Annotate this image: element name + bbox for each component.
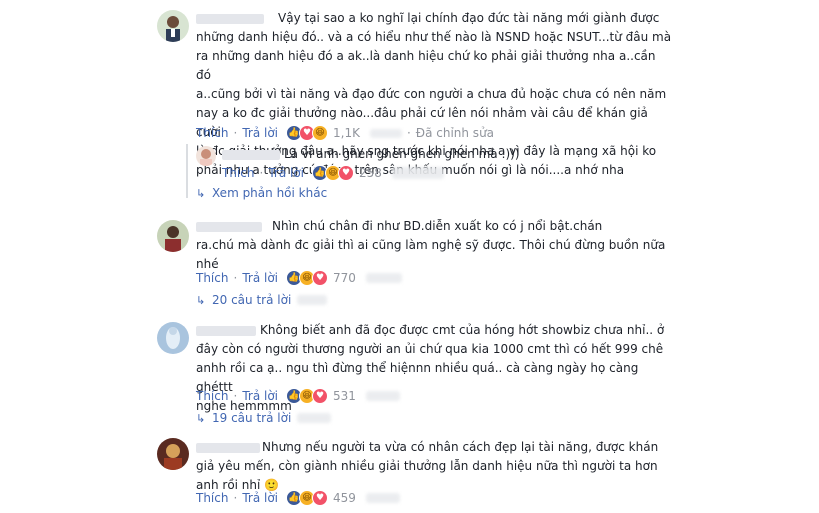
like-button[interactable]: Thích [196, 491, 228, 505]
reply-button[interactable]: Trả lời [242, 389, 278, 403]
person-avatar-icon [164, 444, 182, 470]
reaction-count: 459 [333, 491, 356, 505]
love-reaction-icon: ♥ [312, 490, 328, 506]
reply-button[interactable]: Trả lời [242, 126, 278, 140]
reaction-count: 770 [333, 271, 356, 285]
comments-panel: Vậy tại sao a ko nghĩ lại chính đạo đức … [152, 0, 672, 513]
avatar[interactable] [157, 322, 189, 354]
person-avatar-icon [166, 16, 180, 42]
reply-button[interactable]: Trả lời [268, 166, 304, 180]
comment-actions: Thích · Trả lời 👍 😆 ♥ 258 [222, 164, 444, 182]
like-button[interactable]: Thích [196, 271, 228, 285]
reply-button[interactable]: Trả lời [242, 491, 278, 505]
like-button[interactable]: Thích [222, 166, 254, 180]
edited-label[interactable]: Đã chỉnh sửa [416, 126, 494, 140]
reply-button[interactable]: Trả lời [242, 271, 278, 285]
like-button[interactable]: Thích [196, 126, 228, 140]
haha-reaction-icon: 😆 [312, 125, 328, 141]
avatar[interactable] [157, 220, 189, 252]
reaction-count: 258 [359, 166, 382, 180]
like-button[interactable]: Thích [196, 389, 228, 403]
reaction-count: 531 [333, 389, 356, 403]
more-replies-link[interactable]: ↳ Xem phản hồi khác [196, 186, 327, 200]
comment-text: Nhưng nếu người ta vừa có nhân cách đẹp … [196, 440, 659, 492]
reactions[interactable]: 👍 😆 ♥ 770 [286, 270, 356, 286]
reactions[interactable]: 👍 😆 ♥ 459 [286, 490, 356, 506]
thread-line [186, 144, 188, 198]
reply-arrow-icon: ↳ [196, 186, 206, 200]
love-reaction-icon: ♥ [312, 388, 328, 404]
reactions[interactable]: 👍 😆 ♥ 258 [312, 165, 382, 181]
avatar[interactable] [157, 10, 189, 42]
person-avatar-icon [166, 327, 180, 349]
love-reaction-icon: ♥ [312, 270, 328, 286]
comment-actions: Thích · Trả lời 👍 😆 ♥ 770 [196, 269, 402, 287]
person-avatar-icon [165, 226, 181, 252]
reaction-count: 1,1K [333, 126, 360, 140]
comment-actions: Thích · Trả lời 👍 😆 ♥ 459 [196, 489, 400, 507]
comment-actions: Thích · Trả lời 👍 ♥ 😆 1,1K · Đã chỉnh sử… [196, 125, 495, 141]
person-avatar-icon [200, 149, 212, 166]
reply-arrow-icon: ↳ [196, 293, 206, 307]
comment-actions: Thích · Trả lời 👍 😆 ♥ 531 [196, 387, 400, 405]
reply-count-link[interactable]: ↳ 20 câu trả lời [196, 293, 328, 307]
reply-count-link[interactable]: ↳ 19 câu trả lời [196, 411, 332, 425]
author-name[interactable] [222, 150, 280, 160]
love-reaction-icon: ♥ [338, 165, 354, 181]
reactions[interactable]: 👍 ♥ 😆 1,1K [286, 125, 360, 141]
reply-arrow-icon: ↳ [196, 411, 206, 425]
reactions[interactable]: 👍 😆 ♥ 531 [286, 388, 356, 404]
avatar[interactable] [157, 438, 189, 470]
comment-text: Là vì anh ghen ghen ghen ghen mà :))) [284, 147, 520, 161]
avatar[interactable] [196, 146, 216, 166]
comment-text: Nhìn chú chân đi như BD.diễn xuất ko có … [196, 219, 666, 271]
